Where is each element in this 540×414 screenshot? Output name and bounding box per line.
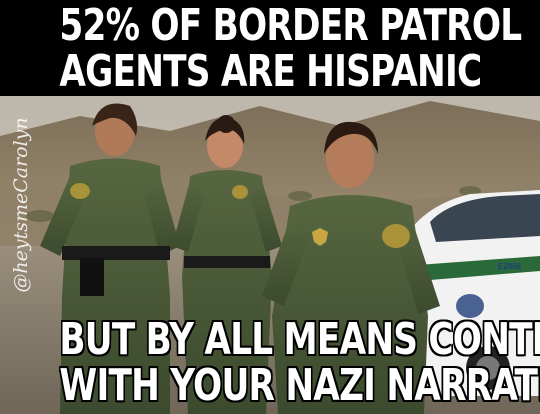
- meme-image: E2056 @heytsmeCarolyn 52% OF BORDER PATR…: [0, 0, 540, 414]
- top-caption-line-1: 52% OF BORDER PATROL: [59, 0, 522, 51]
- bottom-caption-line-2: WITH YOUR NAZI NARRATIVE: [59, 360, 540, 411]
- bottom-caption: BUT BY ALL MEANS CONTINUE WITH YOUR NAZI…: [59, 314, 540, 411]
- vehicle-decal-number: E2056: [498, 262, 522, 271]
- watermark-text: @heytsmeCarolyn: [6, 100, 36, 310]
- top-caption-line-2: AGENTS ARE HISPANIC: [59, 46, 482, 97]
- top-caption: 52% OF BORDER PATROL AGENTS ARE HISPANIC: [59, 0, 522, 97]
- watermark-handle: @heytsmeCarolyn: [10, 117, 32, 293]
- bottom-caption-line-1: BUT BY ALL MEANS CONTINUE: [59, 314, 540, 365]
